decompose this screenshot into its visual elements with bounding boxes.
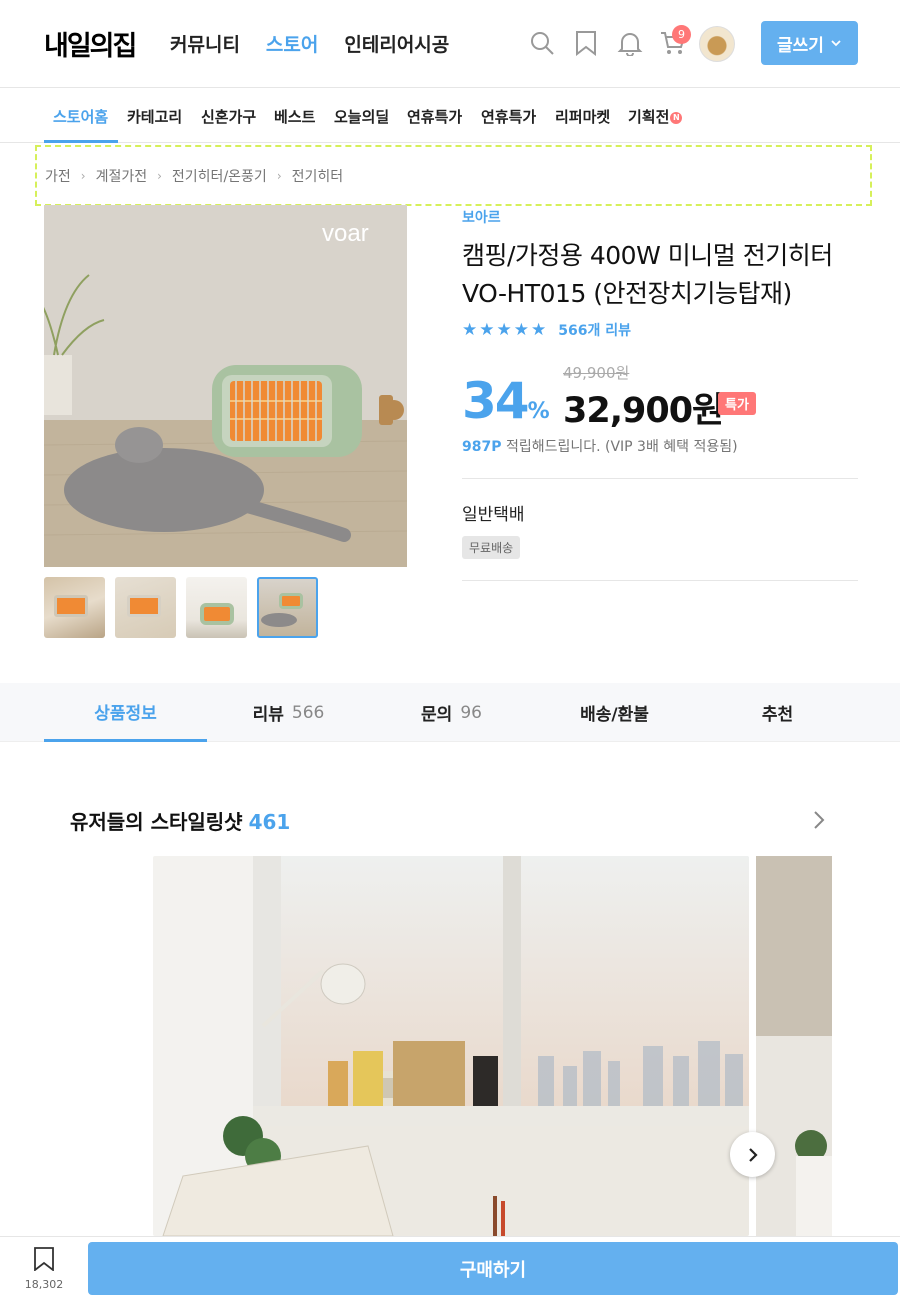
tab-label: 추천 (761, 705, 794, 725)
breadcrumb: 가전 › 계절가전 › 전기히터/온풍기 › 전기히터 (35, 145, 872, 206)
special-deal-badge: 특가 (718, 392, 756, 415)
chevron-right-icon: › (276, 168, 282, 183)
subnav-exhibition-label: 기획전 (628, 108, 670, 126)
divider (462, 478, 858, 479)
brand-link[interactable]: 보아르 (462, 207, 501, 227)
review-count-link[interactable]: 566개 리뷰 (558, 320, 631, 340)
room-photo (153, 856, 749, 1236)
buy-button[interactable]: 구매하기 (88, 1242, 898, 1295)
star-icon: ★ (496, 320, 512, 340)
subnav-newlywed-furniture[interactable]: 신혼가구 (201, 106, 256, 127)
heater-photo: voar (44, 205, 407, 567)
subnav-category[interactable]: 카테고리 (127, 106, 182, 127)
bookmark-count: 18,302 (24, 1278, 64, 1291)
nav-interior[interactable]: 인테리어시공 (344, 30, 449, 57)
write-button[interactable]: 글쓰기 (761, 21, 858, 65)
tab-label: 리뷰 (252, 705, 284, 725)
styling-shot-next-image[interactable] (756, 856, 832, 1236)
bookmark-button[interactable]: 18,302 (20, 1247, 68, 1291)
shipping-type: 일반택배 (462, 505, 525, 525)
search-icon[interactable] (529, 30, 555, 56)
write-button-label: 글쓰기 (777, 35, 824, 56)
subnav-holiday-sale-2[interactable]: 연휴특가 (481, 106, 536, 127)
tab-count: 566 (291, 702, 325, 723)
room-photo (756, 856, 832, 1236)
store-subnav: 스토어홈 카테고리 신혼가구 베스트 오늘의딜 연휴특가 연휴특가 리퍼마켓 기… (0, 88, 900, 143)
image-brand-logo: voar (322, 220, 369, 247)
tab-recommend[interactable]: 추천 (696, 683, 859, 742)
subnav-best[interactable]: 베스트 (274, 106, 315, 127)
tab-label: 문의 (421, 705, 453, 725)
chevron-right-icon[interactable] (808, 808, 830, 832)
product-title: 캠핑/가정용 400W 미니멀 전기히터 VO-HT015 (안전장치기능탑재) (462, 241, 833, 308)
sale-price: 32,900원 (563, 391, 724, 431)
site-logo[interactable]: 내일의집 (44, 24, 137, 63)
thumbnail-selected[interactable] (257, 577, 318, 638)
styling-shots-title: 유저들의 스타일링샷 (70, 810, 243, 834)
star-icon: ★ (531, 320, 547, 340)
nav-store[interactable]: 스토어 (266, 30, 318, 57)
bookmark-icon (34, 1247, 54, 1272)
tab-product-info[interactable]: 상품정보 (44, 683, 207, 742)
breadcrumb-item[interactable]: 계절가전 (96, 166, 148, 186)
thumbnail-list (44, 577, 318, 638)
header: 내일의집 커뮤니티 스토어 인테리어시공 9 글쓰기 (0, 0, 900, 88)
breadcrumb-item[interactable]: 가전 (45, 166, 71, 186)
thumbnail[interactable] (44, 577, 105, 638)
styling-shots-heading: 유저들의 스타일링샷 461 (70, 806, 290, 835)
points-info: 987P 적립해드립니다. (VIP 3배 혜택 적용됨) (462, 436, 738, 456)
discount-unit: % (527, 399, 550, 424)
styling-shots-count: 461 (248, 810, 291, 834)
tab-reviews[interactable]: 리뷰 566 (207, 683, 370, 742)
divider (462, 580, 858, 581)
bookmark-icon[interactable] (573, 30, 599, 56)
original-price: 49,900원 (563, 362, 629, 383)
rating: ★ ★ ★ ★ ★ 566개 리뷰 (462, 320, 631, 340)
thumbnail[interactable] (115, 577, 176, 638)
nav-community[interactable]: 커뮤니티 (170, 30, 240, 57)
points-text: 적립해드립니다. (VIP 3배 혜택 적용됨) (505, 439, 738, 455)
product-main-image[interactable]: voar (44, 205, 407, 567)
star-icon: ★ (479, 320, 495, 340)
discount-rate: 34% (462, 372, 550, 430)
chevron-right-icon (748, 1147, 758, 1162)
carousel-next-button[interactable] (730, 1132, 775, 1177)
tab-shipping-refund[interactable]: 배송/환불 (533, 683, 696, 742)
thumbnail[interactable] (186, 577, 247, 638)
styling-shot-image[interactable] (153, 856, 749, 1236)
star-icon: ★ (513, 320, 529, 340)
product-tabs: 상품정보 리뷰 566 문의 96 배송/환불 추천 (0, 683, 900, 742)
tab-count: 96 (460, 702, 482, 723)
points-value: 987P (462, 439, 502, 455)
top-nav: 커뮤니티 스토어 인테리어시공 (170, 30, 449, 57)
chevron-right-icon: › (157, 168, 162, 183)
breadcrumb-item[interactable]: 전기히터/온풍기 (172, 166, 267, 186)
bell-icon[interactable] (617, 30, 643, 56)
subnav-store-home[interactable]: 스토어홈 (53, 106, 108, 127)
bottom-action-bar: 18,302 구매하기 (0, 1236, 900, 1298)
star-icon: ★ (462, 320, 478, 340)
active-subnav-underline (44, 140, 118, 143)
tab-label: 상품정보 (94, 703, 157, 724)
chevron-down-icon (831, 40, 841, 47)
subnav-exhibition[interactable]: 기획전 N (628, 106, 683, 127)
cart-count-badge: 9 (672, 25, 691, 44)
original-price-value: 49,900 (563, 364, 616, 382)
free-shipping-badge: 무료배송 (462, 536, 521, 559)
chevron-right-icon: › (80, 168, 86, 183)
subnav-todays-deal[interactable]: 오늘의딜 (334, 106, 389, 127)
tab-label: 배송/환불 (580, 705, 649, 725)
new-badge: N (670, 112, 683, 124)
subnav-refurb-market[interactable]: 리퍼마켓 (555, 106, 610, 127)
original-price-unit: 원 (615, 364, 630, 382)
tab-inquiry[interactable]: 문의 96 (370, 683, 533, 742)
avatar[interactable] (699, 26, 735, 62)
subnav-holiday-sale-1[interactable]: 연휴특가 (407, 106, 462, 127)
discount-value: 34 (462, 372, 530, 430)
breadcrumb-item[interactable]: 전기히터 (292, 166, 344, 186)
